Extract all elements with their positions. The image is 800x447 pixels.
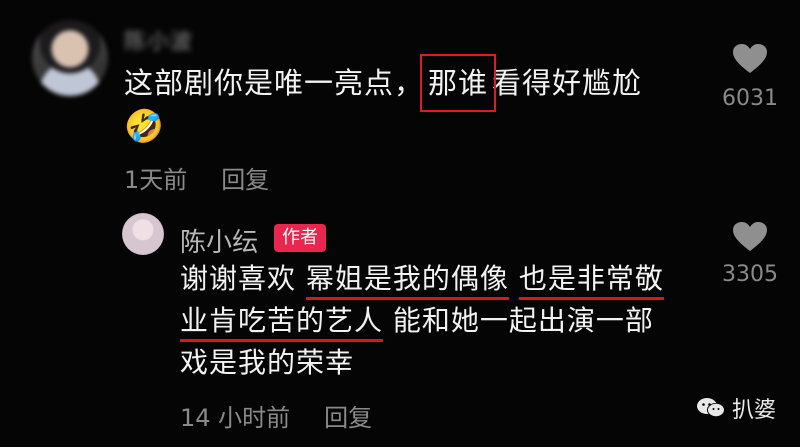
underlined-text: 幂姐是我的偶像 bbox=[305, 262, 509, 300]
comment-meta: 1天前 回复 bbox=[124, 160, 269, 195]
reply-text-line: 谢谢喜欢 幂姐是我的偶像 也是非常敬 bbox=[180, 258, 700, 300]
reply-meta: 14 小时前 回复 bbox=[180, 398, 372, 433]
laughing-emoji-icon: 🤣 bbox=[124, 107, 164, 145]
avatar[interactable] bbox=[32, 20, 108, 96]
comment-text: 这部剧你是唯一亮点， 那谁 看得好尴尬 bbox=[124, 54, 643, 112]
like-count: 6031 bbox=[722, 86, 778, 111]
reply-button[interactable]: 回复 bbox=[324, 404, 372, 432]
underlined-text: 也是非常敬 bbox=[518, 262, 664, 300]
reply-time: 14 小时前 bbox=[180, 404, 291, 432]
reply-text-part: 谢谢喜欢 bbox=[180, 262, 306, 295]
reply-text-part bbox=[509, 262, 519, 295]
heart-icon[interactable] bbox=[733, 44, 767, 74]
watermark: 扒婆 bbox=[696, 392, 776, 424]
author-badge: 作者 bbox=[274, 224, 326, 252]
underlined-text: 业肯吃苦的艺人 bbox=[180, 304, 384, 342]
like-count: 3305 bbox=[722, 262, 778, 287]
comment-username[interactable]: 陈小波 bbox=[124, 24, 193, 56]
comment-time: 1天前 bbox=[124, 166, 188, 194]
reply-text-line: 业肯吃苦的艺人 能和她一起出演一部 bbox=[180, 300, 700, 342]
reply-button[interactable]: 回复 bbox=[221, 166, 269, 194]
reply-text-part: 能和她一起出演一部 bbox=[383, 304, 654, 337]
comment-text-part: 这部剧你是唯一亮点， bbox=[124, 66, 425, 100]
heart-icon[interactable] bbox=[733, 222, 767, 252]
reply-text-line: 戏是我的荣幸 bbox=[180, 346, 355, 379]
comment-text-part: 看得好尴尬 bbox=[492, 66, 643, 100]
highlight-box: 那谁 bbox=[420, 54, 497, 112]
wechat-icon bbox=[697, 398, 725, 417]
reply-username[interactable]: 陈小纭 bbox=[180, 222, 258, 259]
avatar[interactable] bbox=[122, 213, 164, 255]
reply-text: 谢谢喜欢 幂姐是我的偶像 也是非常敬 业肯吃苦的艺人 能和她一起出演一部 戏是我… bbox=[180, 258, 700, 384]
watermark-text: 扒婆 bbox=[732, 398, 777, 423]
